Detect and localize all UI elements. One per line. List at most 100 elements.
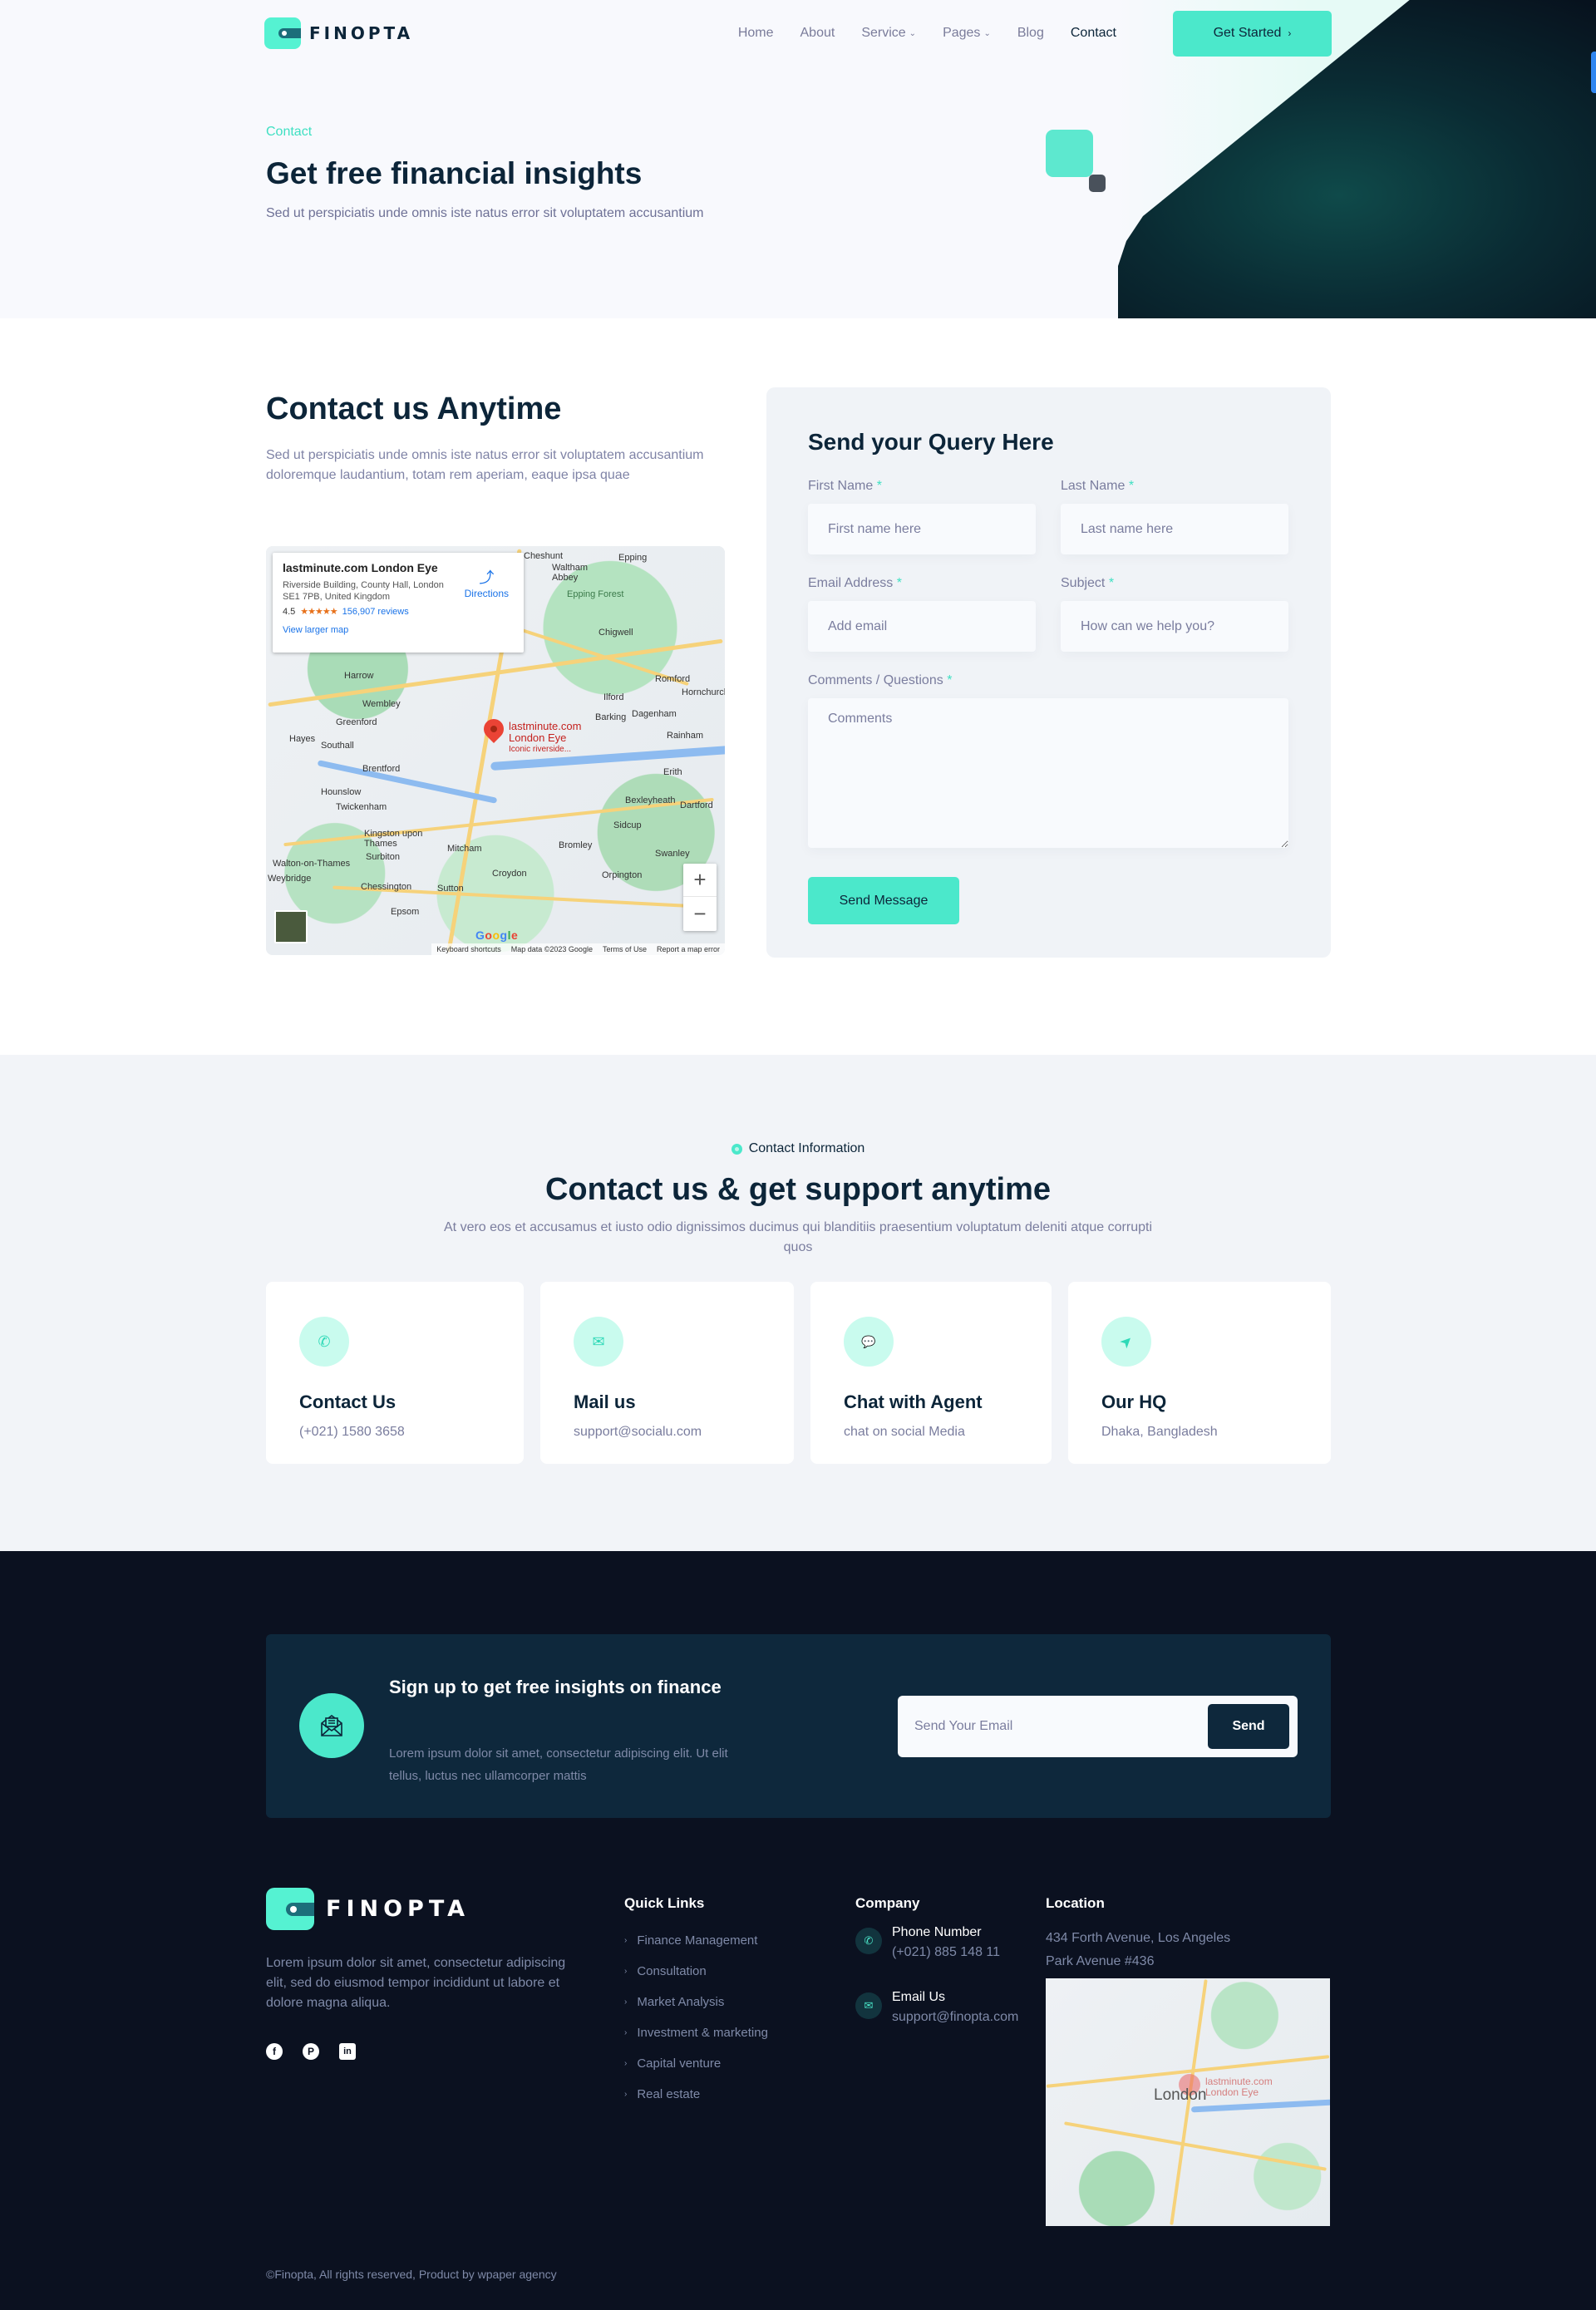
quick-link-item[interactable]: › Capital venture (624, 2048, 768, 2079)
zoom-in-button[interactable]: + (683, 864, 717, 897)
map-place: Sidcup (613, 820, 642, 830)
location-arrow-icon: ➤ (1091, 1306, 1162, 1377)
map-place: Waltham Abbey (552, 563, 588, 583)
contact-title: Contact us Anytime (266, 392, 562, 426)
satellite-toggle[interactable] (274, 910, 308, 943)
send-message-button[interactable]: Send Message (808, 877, 959, 924)
phone-label: Phone Number (892, 1925, 982, 1939)
get-started-button[interactable]: Get Started › (1173, 10, 1332, 57)
nav-item-pages[interactable]: Pages ⌄ (943, 26, 991, 41)
card-title: Contact Us (299, 1391, 397, 1412)
card-title: Mail us (574, 1391, 636, 1412)
card-value[interactable]: chat on social Media (844, 1425, 1018, 1440)
side-tab[interactable] (1591, 52, 1596, 93)
contact-description: Sed ut perspiciatis unde omnis iste natu… (266, 448, 704, 482)
chevron-right-icon: › (624, 1936, 628, 1945)
chevron-down-icon: ⌄ (909, 28, 917, 38)
phone-icon: ✆ (855, 1928, 882, 1954)
map-place: Surbiton (366, 852, 400, 862)
info-card-chat: 💬 Chat with Agent chat on social Media (810, 1282, 1052, 1464)
quick-link-item[interactable]: › Real estate (624, 2079, 768, 2110)
map-data-label: Map data ©2023 Google (510, 945, 593, 953)
facebook-icon[interactable]: f (266, 2043, 283, 2060)
card-value[interactable]: (+021) 1580 3658 (299, 1425, 490, 1440)
email-input[interactable] (808, 601, 1036, 652)
card-value[interactable]: support@socialu.com (574, 1425, 761, 1440)
map-place: Wembley (362, 699, 401, 709)
breadcrumb[interactable]: Contact (266, 125, 703, 140)
directions-button[interactable]: ⤴ Directions (465, 566, 509, 599)
zoom-out-button[interactable]: − (683, 897, 717, 930)
map-place: Dagenham (632, 709, 677, 719)
map-place: Mitcham (447, 844, 482, 854)
nav-item-service[interactable]: Service ⌄ (861, 26, 916, 41)
logo-text: FINOPTA (326, 1896, 470, 1922)
report-error-link[interactable]: Report a map error (657, 945, 720, 953)
phone-value[interactable]: (+021) 885 148 11 (892, 1945, 1000, 1960)
wallet-logo-icon (266, 1888, 314, 1930)
first-name-input[interactable] (808, 504, 1036, 554)
footer-logo[interactable]: FINOPTA (266, 1888, 582, 1930)
decorative-square-small (1089, 175, 1106, 192)
nav-item-home[interactable]: Home (738, 26, 774, 41)
nav-label: Home (737, 26, 774, 40)
map-place: Orpington (602, 870, 643, 880)
quick-link-item[interactable]: › Market Analysis (624, 1987, 768, 2017)
subject-input[interactable] (1061, 601, 1288, 652)
star-rating-icon: ★★★★★ (300, 607, 337, 617)
label-text: Comments / Questions (808, 673, 943, 687)
linkedin-icon[interactable]: in (339, 2043, 356, 2060)
nav-item-blog[interactable]: Blog (1017, 26, 1044, 41)
directions-label: Directions (464, 588, 509, 599)
email-value[interactable]: support@finopta.com (892, 2010, 1018, 2025)
chevron-down-icon: ⌄ (983, 28, 991, 38)
reviews-link[interactable]: 156,907 reviews (342, 607, 409, 617)
last-name-input[interactable] (1061, 504, 1288, 554)
map-pin-label: lastminute.com London Eye (1205, 2076, 1273, 2098)
decorative-square (1046, 130, 1093, 177)
info-card-hq: ➤ Our HQ Dhaka, Bangladesh (1068, 1282, 1331, 1464)
map-place: Rainham (667, 731, 704, 741)
map-place: Bromley (559, 840, 593, 850)
newsletter-send-button[interactable]: Send (1208, 1704, 1289, 1749)
quick-link-item[interactable]: › Finance Management (624, 1925, 768, 1956)
view-larger-map-link[interactable]: View larger map (283, 625, 514, 635)
map-place: Epsom (391, 907, 420, 917)
footer-map[interactable]: London lastminute.com London Eye (1046, 1978, 1330, 2226)
map-place: Chigwell (598, 628, 633, 638)
quick-link-item[interactable]: › Consultation (624, 1956, 768, 1987)
newsletter-email-input[interactable] (914, 1706, 1208, 1747)
logo[interactable]: FINOPTA (264, 17, 413, 49)
map-place: Walton-on-Thames (273, 859, 351, 869)
map-place-card: lastminute.com London Eye Riverside Buil… (273, 553, 524, 653)
map-place: Erith (663, 767, 682, 777)
badge-label: Contact Information (748, 1141, 865, 1155)
pinterest-icon[interactable]: P (303, 2043, 319, 2060)
card-title: Our HQ (1101, 1391, 1167, 1412)
logo-text: FINOPTA (309, 23, 414, 43)
nav-item-contact[interactable]: Contact (1071, 26, 1116, 41)
contact-intro: Contact us Anytime Sed ut perspiciatis u… (266, 392, 725, 485)
comments-textarea[interactable] (808, 698, 1288, 848)
map-place: Cheshunt (524, 551, 564, 561)
comments-label: Comments / Questions * (808, 673, 1288, 688)
quick-link-item[interactable]: › Investment & marketing (624, 2017, 768, 2048)
email-field: Email Address * (808, 576, 1036, 652)
terms-link[interactable]: Terms of Use (603, 945, 647, 953)
email-label: Email Us (892, 1990, 946, 2004)
hero-subtitle: Sed ut perspiciatis unde omnis iste natu… (266, 206, 704, 220)
get-started-label: Get Started (1213, 26, 1282, 40)
card-title: Chat with Agent (844, 1391, 983, 1412)
comments-field: Comments / Questions * (808, 673, 1288, 852)
badge-dot-icon (731, 1143, 742, 1155)
link-label: Market Analysis (637, 1995, 725, 2009)
keyboard-shortcuts-link[interactable]: Keyboard shortcuts (436, 945, 501, 953)
map-place: Epping Forest (567, 589, 624, 599)
map-place: Sutton (437, 884, 464, 894)
wallet-logo-icon (264, 17, 301, 49)
nav-item-about[interactable]: About (800, 26, 835, 41)
email-label: Email Address * (808, 576, 1036, 591)
quick-links: Quick Links › Finance Management › Consult… (624, 1895, 768, 2110)
map-place: Hayes (289, 734, 316, 744)
google-map[interactable]: Harrow Wembley Greenford Hayes Southall … (266, 546, 725, 955)
